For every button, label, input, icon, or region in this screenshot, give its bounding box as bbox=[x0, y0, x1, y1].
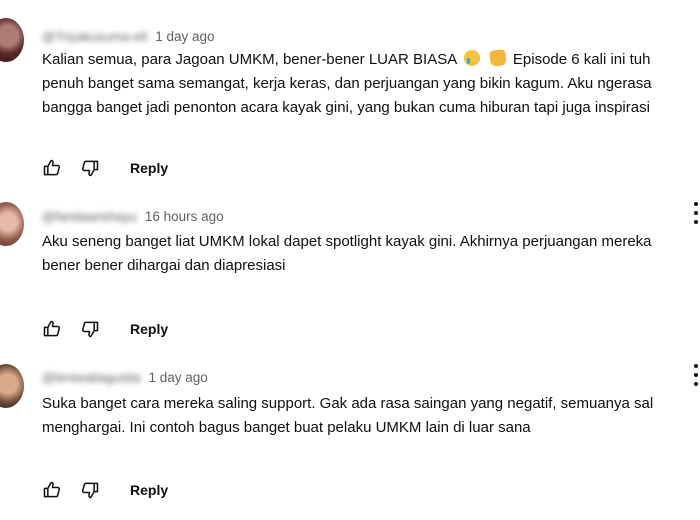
comment-time[interactable]: 16 hours ago bbox=[145, 209, 224, 224]
comment-item: @faridaarishayu 16 hours ago Aku seneng … bbox=[0, 198, 700, 358]
comment-line: bener bener dihargai dan diapresiasi bbox=[42, 257, 286, 274]
comment-line: Suka banget cara mereka saling support. … bbox=[42, 395, 654, 412]
comment-meta: @Triyakusuma-elt 1 day ago bbox=[42, 26, 215, 46]
comment-line: Kalian semua, para Jagoan UMKM, bener-be… bbox=[42, 51, 457, 68]
comment-meta: @leniwatiagustia 1 day ago bbox=[42, 367, 208, 387]
thumbs-up-icon[interactable] bbox=[40, 317, 64, 341]
comment-item: @leniwatiagustia 1 day ago Suka banget c… bbox=[0, 360, 700, 520]
author-handle[interactable]: @faridaarishayu bbox=[42, 209, 137, 224]
comment-actions: Reply bbox=[40, 478, 168, 502]
comment-text: Suka banget cara mereka saling support. … bbox=[42, 392, 700, 440]
more-vertical-icon[interactable] bbox=[692, 364, 700, 386]
thumbs-down-icon[interactable] bbox=[78, 317, 102, 341]
comment-time[interactable]: 1 day ago bbox=[155, 29, 214, 44]
author-handle[interactable]: @leniwatiagustia bbox=[42, 370, 140, 385]
thumbs-up-icon[interactable] bbox=[40, 478, 64, 502]
comment-line: bangga banget jadi penonton acara kayak … bbox=[42, 99, 650, 116]
reply-button[interactable]: Reply bbox=[130, 482, 168, 498]
comment-line: Aku seneng banget liat UMKM lokal dapet … bbox=[42, 233, 652, 250]
comment-actions: Reply bbox=[40, 317, 168, 341]
more-vertical-icon[interactable] bbox=[692, 202, 700, 224]
avatar[interactable] bbox=[0, 364, 24, 408]
reply-button[interactable]: Reply bbox=[130, 321, 168, 337]
comment-meta: @faridaarishayu 16 hours ago bbox=[42, 206, 224, 226]
author-handle[interactable]: @Triyakusuma-elt bbox=[42, 29, 147, 44]
avatar[interactable] bbox=[0, 202, 24, 246]
comment-line: Episode 6 kali ini tuh bbox=[512, 51, 651, 68]
comment-text: Aku seneng banget liat UMKM lokal dapet … bbox=[42, 230, 700, 278]
thumbs-up-icon[interactable] bbox=[40, 156, 64, 180]
comment-line: menghargai. Ini contoh bagus banget buat… bbox=[42, 419, 531, 436]
comment-actions: Reply bbox=[40, 156, 168, 180]
comment-line: penuh banget sama semangat, kerja keras,… bbox=[42, 75, 652, 92]
raising-hands-icon bbox=[488, 48, 507, 68]
comment-item: @Triyakusuma-elt 1 day ago Kalian semua,… bbox=[0, 14, 700, 177]
thumbs-down-icon[interactable] bbox=[78, 478, 102, 502]
comment-time[interactable]: 1 day ago bbox=[148, 370, 207, 385]
comment-text: Kalian semua, para Jagoan UMKM, bener-be… bbox=[42, 48, 700, 120]
thumbs-down-icon[interactable] bbox=[78, 156, 102, 180]
reply-button[interactable]: Reply bbox=[130, 160, 168, 176]
loudly-crying-face-icon bbox=[463, 50, 480, 66]
avatar[interactable] bbox=[0, 18, 24, 62]
